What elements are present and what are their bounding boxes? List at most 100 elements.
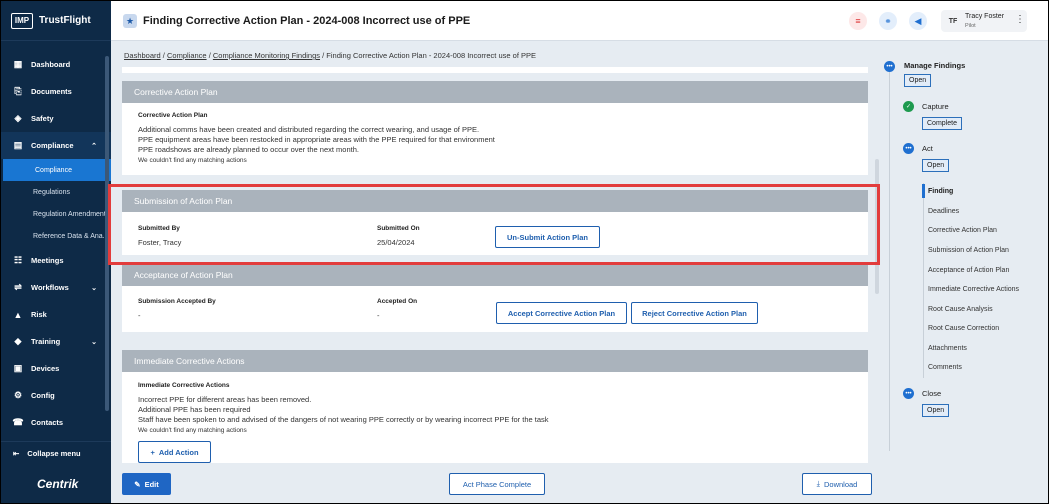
- immediate-actions-card: Immediate Corrective Actions Immediate C…: [122, 350, 868, 463]
- sidebar-item-risk[interactable]: ▲ Risk: [1, 301, 111, 328]
- substep-connector: [923, 183, 924, 378]
- plus-icon: +: [150, 447, 155, 457]
- sidebar-item-safety[interactable]: ◈ Safety: [1, 105, 111, 132]
- breadcrumb-current: Finding Corrective Action Plan - 2024-00…: [326, 51, 536, 60]
- chevron-down-icon: ⌄: [91, 284, 97, 292]
- sidebar-item-documents[interactable]: ⎘ Documents: [1, 78, 111, 105]
- sidebar-item-label: Dashboard: [31, 60, 71, 69]
- user-menu[interactable]: TF Tracy Foster Pilot ⋮: [941, 10, 1027, 32]
- ellipsis-icon: •••: [884, 61, 895, 72]
- no-actions-note: We couldn't find any matching actions: [138, 157, 247, 164]
- centrik-logo: Centrik: [37, 477, 79, 491]
- section-header: Corrective Action Plan: [122, 81, 868, 103]
- avatar: TF: [948, 17, 958, 25]
- logo[interactable]: IMP TrustFlight: [1, 1, 111, 41]
- act-phase-complete-button[interactable]: Act Phase Complete: [449, 473, 545, 495]
- sidebar-item-meetings[interactable]: ☷ Meetings: [1, 247, 111, 274]
- status-badge: Open: [922, 404, 950, 417]
- sidebar-item-config[interactable]: ⚙ Config: [1, 382, 111, 409]
- immediate-line: Incorrect PPE for different areas has be…: [138, 395, 312, 404]
- add-action-label: Add Action: [158, 447, 199, 457]
- substep-root-cause-correction[interactable]: Root Cause Correction: [928, 325, 999, 332]
- user-role: Pilot: [965, 23, 976, 29]
- link-icon[interactable]: ⚭: [879, 12, 897, 30]
- sidebar-item-label: Config: [31, 391, 55, 400]
- status-badge: Open: [904, 74, 932, 87]
- download-icon: ⤓: [816, 479, 820, 488]
- download-button[interactable]: ⤓ Download: [802, 473, 872, 495]
- edit-button[interactable]: ✎ Edit: [122, 473, 171, 495]
- more-options-icon[interactable]: ⋮: [1015, 14, 1025, 25]
- paperclip-icon: ⎘: [14, 86, 22, 96]
- dashboard-icon: ▦: [13, 59, 23, 69]
- field-label: Immediate Corrective Actions: [138, 382, 230, 389]
- logo-mark: IMP: [11, 12, 33, 29]
- clipboard-icon: ▤: [13, 140, 23, 150]
- substep-corrective-action-plan[interactable]: Corrective Action Plan: [928, 227, 997, 234]
- sidebar-item-dashboard[interactable]: ▦ Dashboard: [1, 51, 111, 78]
- stack-icon[interactable]: ≡: [849, 12, 867, 30]
- breadcrumb-compliance[interactable]: Compliance: [167, 51, 207, 60]
- shield-icon: ◈: [14, 113, 22, 123]
- breadcrumb-separator: /: [162, 51, 165, 60]
- step-label-close: Close: [922, 389, 942, 398]
- corrective-action-plan-card: Corrective Action Plan Corrective Action…: [122, 81, 868, 175]
- breadcrumb-findings[interactable]: Compliance Monitoring Findings: [213, 51, 320, 60]
- download-label: Download: [823, 479, 858, 489]
- logo-name: TrustFlight: [39, 15, 91, 26]
- sidebar-item-workflows[interactable]: ⇌ Workflows ⌄: [1, 274, 111, 301]
- sidebar-subitem-reference-data[interactable]: Reference Data & Ana...: [1, 225, 111, 247]
- active-substep-marker: [922, 184, 925, 198]
- workflow-steps-panel: ••• Manage Findings Open ✓ Capture Compl…: [881, 53, 1048, 503]
- sidebar-subitem-regulation-amendments[interactable]: Regulation Amendments: [1, 203, 111, 225]
- sidebar-item-devices[interactable]: ▣ Devices: [1, 355, 111, 382]
- breadcrumb-separator: /: [208, 51, 211, 60]
- substep-comments[interactable]: Comments: [928, 364, 962, 371]
- check-icon: ✓: [903, 101, 914, 112]
- risk-icon: ▲: [13, 309, 23, 320]
- sidebar-item-label: Risk: [31, 310, 47, 319]
- accepted-by-value: -: [138, 311, 141, 320]
- add-action-button[interactable]: + Add Action: [138, 441, 211, 463]
- ellipsis-icon: •••: [903, 388, 914, 399]
- sidebar-item-label: Contacts: [31, 418, 64, 427]
- substep-finding[interactable]: Finding: [928, 188, 953, 195]
- substep-root-cause-analysis[interactable]: Root Cause Analysis: [928, 306, 993, 313]
- substep-immediate-actions[interactable]: Immediate Corrective Actions: [928, 286, 1019, 293]
- sidebar-item-training[interactable]: ◆ Training ⌄: [1, 328, 111, 355]
- step-label-manage: Manage Findings: [904, 61, 966, 70]
- edit-label: Edit: [144, 479, 159, 489]
- field-label: Corrective Action Plan: [138, 112, 208, 119]
- substep-acceptance[interactable]: Acceptance of Action Plan: [928, 267, 1009, 274]
- reject-plan-button[interactable]: Reject Corrective Action Plan: [631, 302, 758, 324]
- acceptance-card: Acceptance of Action Plan Submission Acc…: [122, 264, 868, 332]
- status-badge: Complete: [922, 117, 962, 130]
- status-badge: Open: [922, 159, 950, 172]
- sidebar-subitem-compliance[interactable]: Compliance: [3, 159, 111, 181]
- breadcrumb-dashboard[interactable]: Dashboard: [124, 51, 161, 60]
- header: ★ Finding Corrective Action Plan - 2024-…: [111, 1, 1048, 41]
- section-header: Acceptance of Action Plan: [122, 264, 868, 286]
- sidebar-item-contacts[interactable]: ☎ Contacts: [1, 409, 111, 436]
- substep-deadlines[interactable]: Deadlines: [928, 208, 959, 215]
- no-actions-note: We couldn't find any matching actions: [138, 427, 247, 434]
- breadcrumb-separator: /: [322, 51, 325, 60]
- footer-toolbar: ✎ Edit Act Phase Complete ⤓ Download: [111, 463, 1048, 503]
- collapse-menu-button[interactable]: ⇤ Collapse menu: [1, 441, 111, 465]
- star-icon: ★: [123, 14, 137, 28]
- substep-attachments[interactable]: Attachments: [928, 345, 967, 352]
- substep-submission[interactable]: Submission of Action Plan: [928, 247, 1009, 254]
- sidebar-subitem-regulations[interactable]: Regulations: [1, 181, 111, 203]
- sidebar-item-compliance[interactable]: ▤ Compliance ⌃: [1, 132, 111, 159]
- megaphone-icon[interactable]: ◀: [909, 12, 927, 30]
- page-title: Finding Corrective Action Plan - 2024-00…: [143, 15, 471, 27]
- step-label-act: Act: [922, 144, 933, 153]
- previous-card: [122, 67, 868, 73]
- step-connector: [889, 71, 890, 451]
- sidebar-item-label: Training: [31, 337, 61, 346]
- accept-plan-button[interactable]: Accept Corrective Action Plan: [496, 302, 627, 324]
- contacts-icon: ☎: [12, 417, 24, 427]
- sidebar-item-label: Devices: [31, 364, 60, 373]
- sidebar-item-label: Safety: [31, 114, 54, 123]
- user-name: Tracy Foster: [965, 13, 1005, 20]
